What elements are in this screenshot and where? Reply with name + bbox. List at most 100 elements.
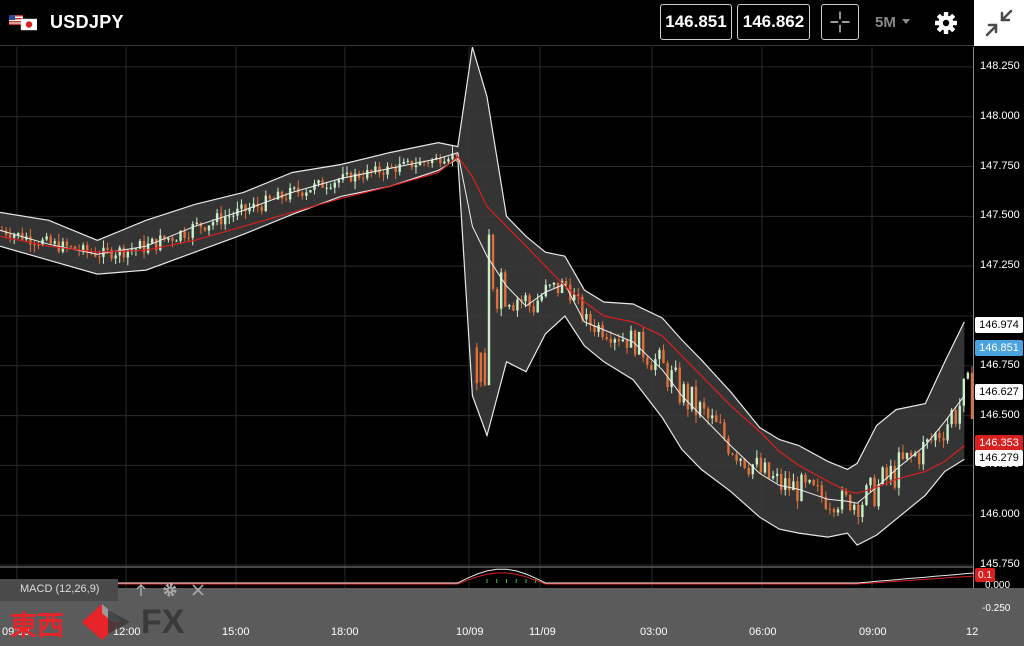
candle-body [548, 284, 552, 286]
candle-body [706, 408, 710, 419]
candle-body [69, 246, 73, 248]
candle-body [317, 180, 320, 184]
candle-body [836, 509, 840, 513]
candle-body [280, 191, 284, 199]
candle-body [134, 248, 138, 250]
candle-body [601, 325, 604, 338]
price-chart[interactable] [0, 47, 974, 588]
candle-body [731, 453, 734, 455]
price-tick-label: 146.000 [980, 508, 1020, 521]
candle-body [909, 452, 913, 456]
candle-body [378, 166, 381, 173]
candle-body [796, 481, 799, 502]
macd-tick-zero: 0.000 [985, 580, 1011, 591]
macd-title: MACD (12,26,9) [20, 583, 100, 595]
upper-band-marker: 146.974 [975, 317, 1023, 333]
bid-price-button[interactable]: 146.851 [660, 4, 732, 40]
time-tick-label: 03:00 [640, 626, 668, 638]
candle-body [341, 174, 345, 180]
candle-body [727, 438, 730, 454]
candle-body [361, 177, 365, 179]
candle-body [897, 452, 901, 488]
candle-body [861, 504, 864, 518]
symbol-title[interactable]: USDJPY [50, 12, 124, 33]
candle-body [788, 478, 791, 491]
candle-body [759, 457, 763, 473]
candle-body [329, 187, 332, 189]
candle-body [53, 241, 56, 244]
candle-body [337, 179, 341, 183]
candle-body [219, 213, 223, 225]
candle-body [674, 367, 677, 371]
candle-body [938, 433, 941, 438]
candle-body [609, 338, 612, 343]
candle-body [812, 480, 815, 486]
candle-body [958, 405, 961, 424]
candle-body [504, 272, 507, 307]
candle-body [414, 165, 418, 168]
candle-body [390, 166, 393, 168]
candle-body [662, 350, 665, 364]
candle-body [122, 247, 125, 258]
candle-body [763, 462, 767, 473]
time-tick-label: 06:00 [749, 626, 777, 638]
candle-body [65, 241, 69, 247]
candle-body [702, 402, 706, 409]
crosshair-button[interactable] [821, 4, 859, 40]
candle-body [183, 230, 186, 238]
price-tick-label: 148.000 [980, 109, 1020, 122]
candle-body [808, 480, 811, 483]
ma-marker: 146.353 [975, 435, 1023, 451]
candle-body [682, 384, 685, 403]
candle-body [402, 161, 405, 164]
candle-body [869, 477, 872, 486]
candle-body [613, 339, 617, 343]
candle-body [532, 306, 535, 313]
candle-body [508, 304, 511, 307]
candle-body [284, 198, 288, 200]
candle-body [45, 236, 48, 240]
close-icon[interactable] [190, 582, 206, 598]
candle-body [771, 476, 775, 479]
candle-body [832, 508, 836, 513]
time-tick-label: 18:00 [331, 626, 359, 638]
candle-body [552, 282, 556, 285]
candle-body [455, 153, 458, 156]
candle-body [443, 161, 446, 164]
candle-body [12, 234, 16, 238]
candle-body [678, 367, 681, 403]
candle-body [8, 234, 12, 238]
arrow-up-icon[interactable] [133, 582, 149, 598]
candle-body [370, 170, 373, 172]
candle-body [232, 215, 235, 217]
exit-fullscreen-icon[interactable] [974, 0, 1024, 46]
candle-body [479, 352, 483, 382]
timeframe-selector[interactable]: 5M [875, 14, 896, 31]
candle-body [309, 190, 312, 193]
candle-body [780, 473, 783, 490]
candle-body [605, 337, 608, 339]
candle-body [215, 213, 219, 222]
price-tick-label: 148.250 [980, 59, 1020, 72]
top-bar: USDJPY 146.851 146.862 5M [0, 0, 1024, 46]
candle-body [483, 352, 487, 386]
candle-body [585, 314, 588, 320]
candle-body [382, 172, 385, 175]
gear-icon[interactable] [162, 582, 178, 598]
candle-body [889, 465, 892, 480]
candle-body [512, 304, 515, 311]
candle-body [240, 204, 243, 209]
candle-body [966, 372, 970, 379]
candle-body [167, 238, 170, 240]
gear-icon[interactable] [930, 8, 962, 38]
price-tick-label: 147.500 [980, 209, 1020, 222]
chevron-down-icon[interactable] [902, 19, 910, 24]
candle-body [150, 238, 154, 244]
current-price-marker: 146.851 [975, 340, 1023, 356]
candle-body [544, 284, 548, 297]
candle-body [293, 187, 296, 189]
time-tick-label: 15:00 [222, 626, 250, 638]
price-tick-label: 146.500 [980, 408, 1020, 421]
ask-price-button[interactable]: 146.862 [737, 4, 810, 40]
time-tick-label: 11/09 [529, 626, 556, 638]
